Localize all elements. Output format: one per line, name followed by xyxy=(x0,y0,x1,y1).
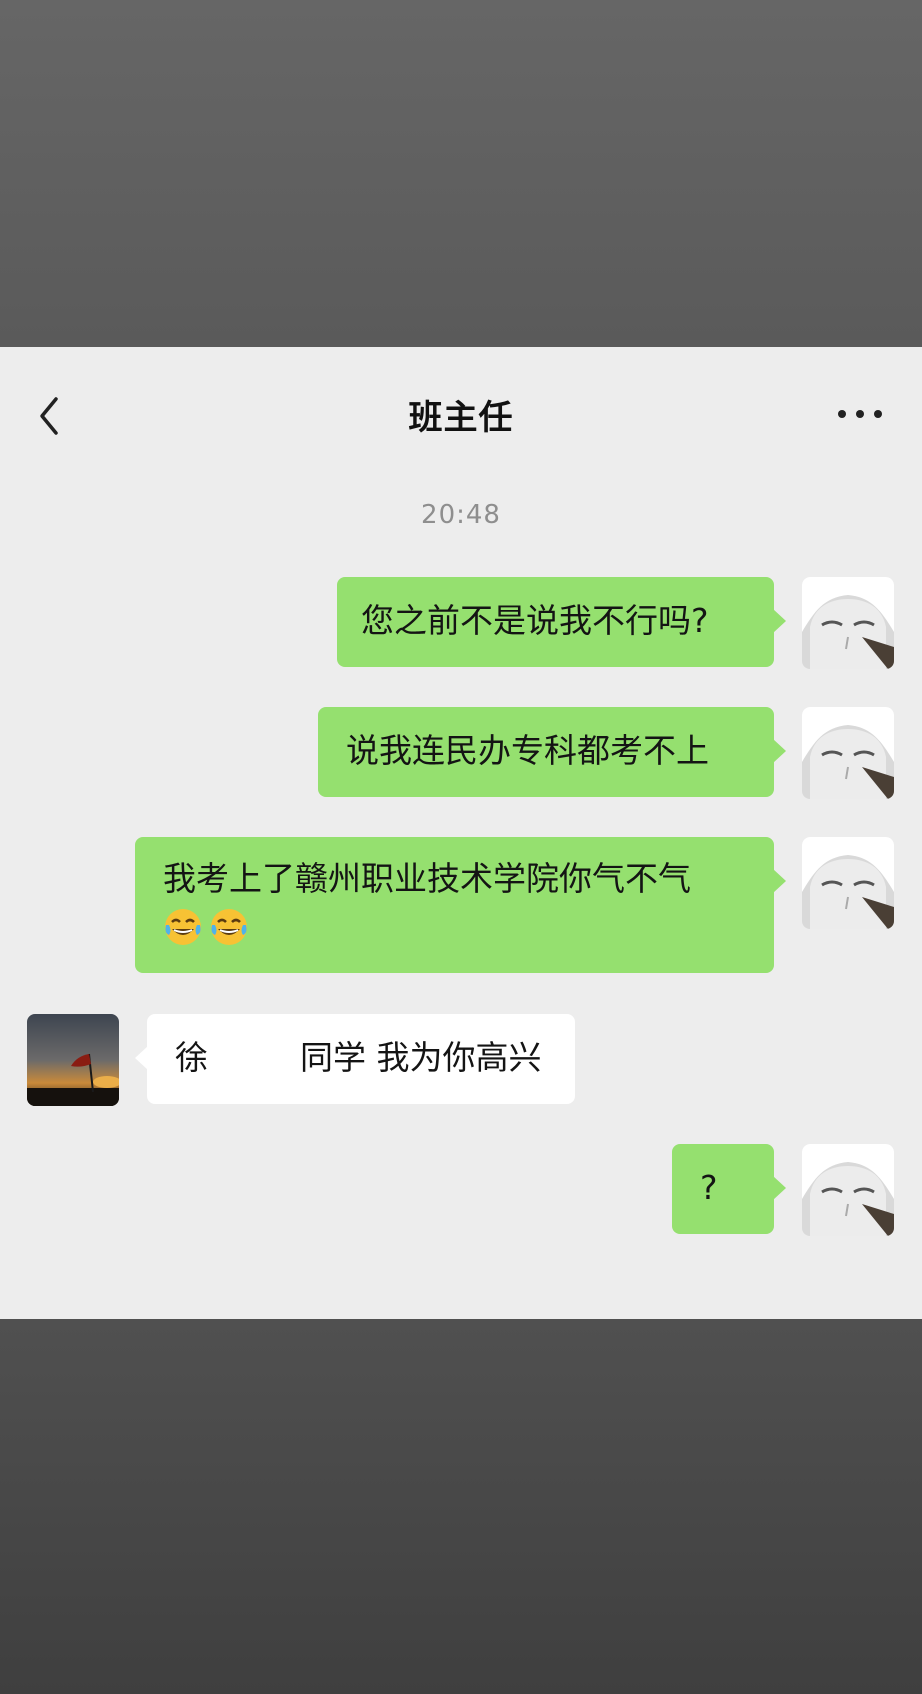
chat-header: 班主任 xyxy=(0,347,922,438)
joy-tears-emoji xyxy=(211,908,247,945)
message-text: ? xyxy=(700,1168,718,1207)
my-avatar[interactable] xyxy=(802,707,894,799)
outgoing-message[interactable]: 您之前不是说我不行吗? xyxy=(337,577,786,667)
outgoing-message[interactable]: 说我连民办专科都考不上 xyxy=(318,707,786,797)
message-text: 您之前不是说我不行吗? xyxy=(361,601,709,640)
joy-tears-emoji xyxy=(165,908,201,945)
outgoing-message[interactable]: 我考上了赣州职业技术学院你气不气 xyxy=(135,837,786,973)
sender-name-part: 徐 xyxy=(175,1038,208,1077)
message-text: 我考上了赣州职业技术学院你气不气 xyxy=(163,859,691,898)
teacher-avatar[interactable] xyxy=(27,1014,119,1106)
my-avatar[interactable] xyxy=(802,1144,894,1236)
my-avatar[interactable] xyxy=(802,577,894,669)
outgoing-message[interactable]: ? xyxy=(672,1144,786,1234)
top-dark-band xyxy=(0,0,922,347)
chat-window: 班主任 20:48 您之前不是说我不行吗? 说我连民办专科都考不上 我考上了赣州… xyxy=(0,347,922,1319)
emoji-row xyxy=(163,903,746,947)
message-text: 说我连民办专科都考不上 xyxy=(346,731,709,770)
message-timestamp: 20:48 xyxy=(421,500,501,530)
chat-title: 班主任 xyxy=(408,398,514,438)
incoming-message[interactable]: 徐 同学 我为你高兴 xyxy=(135,1014,575,1104)
bottom-dark-band xyxy=(0,1319,922,1694)
my-avatar[interactable] xyxy=(802,837,894,929)
message-text: 同学 我为你高兴 xyxy=(300,1038,542,1077)
more-options-icon[interactable] xyxy=(836,407,884,421)
